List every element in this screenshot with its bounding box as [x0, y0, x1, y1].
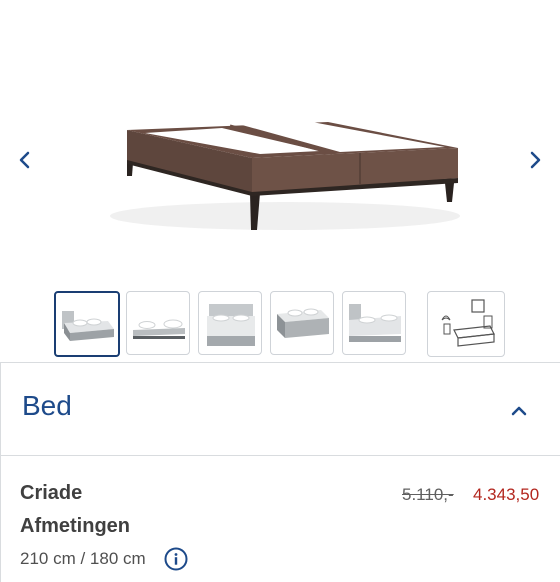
section-title: Bed	[22, 390, 72, 421]
dimensions-value: 210 cm / 180 cm	[20, 549, 146, 568]
panel-left-border	[0, 362, 1, 582]
gallery-next-button[interactable]	[520, 145, 550, 175]
dimensions-label: Afmetingen	[20, 515, 130, 537]
product-gallery	[0, 0, 560, 285]
bed-headboard-thumbnail	[349, 304, 401, 342]
chevron-left-icon	[19, 151, 30, 169]
info-icon[interactable]	[164, 547, 188, 571]
old-price: 5.110,-	[402, 485, 454, 504]
sale-price: 4.343,50	[473, 485, 540, 504]
bed-flat-thumbnail	[133, 319, 185, 339]
thumbnail-bed-side-view[interactable]	[270, 291, 334, 355]
bed-side-thumbnail	[277, 308, 329, 338]
bed-angle-thumbnail	[62, 311, 114, 341]
chevron-up-icon[interactable]	[506, 398, 532, 424]
gallery-divider	[0, 362, 560, 363]
thumbnail-strip	[0, 291, 560, 359]
thumbnail-bed-flat-view[interactable]	[126, 291, 190, 355]
gallery-prev-button[interactable]	[10, 145, 40, 175]
thumbnail-bed-headboard-view[interactable]	[342, 291, 406, 355]
section-divider	[0, 455, 560, 456]
bed-main-image	[110, 122, 460, 230]
product-name: Criade	[20, 482, 83, 504]
chevron-right-icon	[530, 151, 541, 169]
bed-front-thumbnail	[207, 304, 255, 346]
thumbnail-room-sketch-view[interactable]	[427, 291, 505, 357]
room-sketch-thumbnail	[441, 299, 495, 347]
thumbnail-bed-angle-view[interactable]	[54, 291, 120, 357]
thumbnail-bed-front-view[interactable]	[198, 291, 262, 355]
